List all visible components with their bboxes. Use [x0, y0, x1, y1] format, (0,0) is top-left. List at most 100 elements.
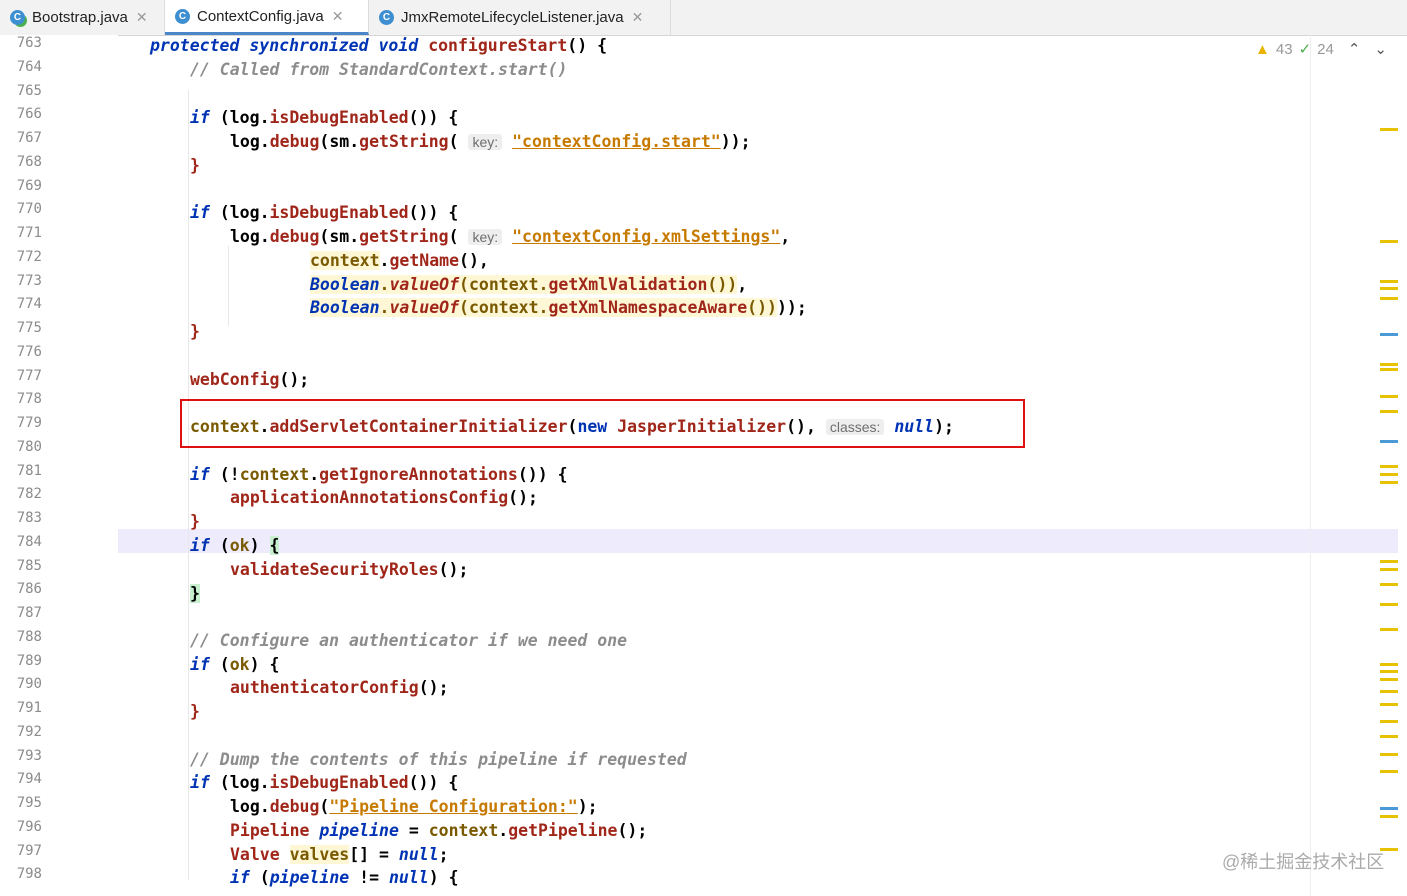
code-line-775: } [190, 322, 200, 341]
marker[interactable] [1380, 663, 1398, 666]
marker[interactable] [1380, 287, 1398, 290]
line-number: 769 [16, 177, 42, 194]
line-number: 764 [16, 58, 42, 75]
close-icon[interactable]: ✕ [136, 9, 148, 26]
tab-label: Bootstrap.java [32, 9, 128, 26]
line-number: 786 [16, 581, 42, 598]
class-run-icon: C [10, 10, 25, 25]
line-number: 780 [16, 438, 42, 455]
line-number: 766 [16, 106, 42, 123]
warning-icon: ▲ [1255, 40, 1270, 58]
line-number: 782 [16, 486, 42, 503]
line-number: 768 [16, 153, 42, 170]
marker[interactable] [1380, 603, 1398, 606]
marker[interactable] [1380, 240, 1398, 243]
highlight-box [180, 399, 1025, 448]
tab-jmxremotelifecyclelistener-java[interactable]: C JmxRemoteLifecycleListener.java ✕ [369, 0, 671, 35]
code-line-767: log.debug(sm.getString( key: "contextCon… [230, 132, 751, 151]
tab-label: ContextConfig.java [197, 7, 324, 25]
marker[interactable] [1380, 481, 1398, 484]
marker[interactable] [1380, 473, 1398, 476]
code-line-786: } [190, 584, 200, 603]
code-line-793: // Dump the contents of this pipeline if… [190, 750, 687, 769]
line-number: 773 [16, 272, 42, 289]
line-number: 794 [16, 771, 42, 788]
line-number: 785 [16, 557, 42, 574]
code-line-768: } [190, 156, 200, 175]
code-line-798: if (pipeline != null) { [230, 868, 459, 887]
marker[interactable] [1380, 440, 1398, 443]
line-number: 796 [16, 818, 42, 835]
code-line-782: applicationAnnotationsConfig(); [230, 488, 538, 507]
marker[interactable] [1380, 583, 1398, 586]
marker[interactable] [1380, 770, 1398, 773]
marker[interactable] [1380, 410, 1398, 413]
marker[interactable] [1380, 333, 1398, 336]
param-hint-key: key: [468, 134, 503, 150]
marker[interactable] [1380, 690, 1398, 693]
close-icon[interactable]: ✕ [632, 9, 644, 26]
marker[interactable] [1380, 703, 1398, 706]
chevron-up-icon[interactable]: ⌃ [1348, 40, 1361, 58]
marker[interactable] [1380, 568, 1398, 571]
line-number: 774 [16, 296, 42, 313]
code-line-772: context.getName(), [310, 251, 489, 270]
marker[interactable] [1380, 368, 1398, 371]
class-icon: C [379, 10, 394, 25]
close-icon[interactable]: ✕ [332, 8, 344, 25]
marker[interactable] [1380, 670, 1398, 673]
right-margin-line [1310, 35, 1311, 896]
code-line-795: log.debug("Pipeline Configuration:"); [230, 797, 598, 816]
line-number: 767 [16, 130, 42, 146]
line-number: 788 [16, 628, 42, 645]
marker[interactable] [1380, 628, 1398, 631]
error-stripe[interactable] [1380, 35, 1407, 896]
marker[interactable] [1380, 465, 1398, 468]
marker[interactable] [1380, 678, 1398, 681]
tab-contextconfig-java[interactable]: C ContextConfig.java ✕ [165, 0, 369, 35]
tab-bootstrap-java[interactable]: C Bootstrap.java ✕ [0, 0, 165, 35]
marker[interactable] [1380, 395, 1398, 398]
marker[interactable] [1380, 280, 1398, 283]
marker[interactable] [1380, 128, 1398, 131]
marker[interactable] [1380, 735, 1398, 738]
line-number: 783 [16, 510, 42, 526]
code-line-770: if (log.isDebugEnabled()) { [190, 203, 459, 222]
line-number: 781 [16, 462, 42, 479]
inspection-status[interactable]: ▲ 43 ✓ 24 ⌃ ⌄ [1255, 40, 1387, 59]
code-line-797: Valve valves[] = null; [230, 845, 449, 864]
line-number: 772 [16, 248, 42, 265]
code-line-789: if (ok) { [190, 655, 280, 674]
marker[interactable] [1380, 815, 1398, 818]
code-line-766: if (log.isDebugEnabled()) { [190, 108, 459, 127]
code-line-796: Pipeline pipeline = context.getPipeline(… [230, 821, 648, 840]
code-line-783: } [190, 512, 200, 531]
line-number: 791 [16, 700, 42, 716]
marker[interactable] [1380, 753, 1398, 756]
warning-count: 43 [1275, 40, 1293, 58]
check-count: 24 [1317, 40, 1334, 58]
line-number: 777 [16, 367, 42, 384]
code-line-777: webConfig(); [190, 370, 310, 389]
line-number: 793 [16, 747, 42, 764]
code-line-784: if (ok) { [190, 536, 280, 555]
marker[interactable] [1380, 720, 1398, 723]
line-number: 798 [16, 866, 42, 883]
line-number-gutter: 763 764 765 766 767 768 769 770 771 772 773 774 775 7… [0, 35, 118, 896]
line-number: 789 [16, 652, 42, 669]
code-line-794: if (log.isDebugEnabled()) { [190, 773, 459, 792]
code-editor[interactable]: protected synchronized void configureSta… [118, 35, 1380, 896]
marker[interactable] [1380, 297, 1398, 300]
marker[interactable] [1380, 363, 1398, 366]
line-number: 795 [16, 795, 42, 811]
watermark: @稀土掘金技术社区 [1222, 852, 1385, 872]
code-line-763: protected synchronized void configureSta… [150, 36, 608, 55]
marker[interactable] [1380, 807, 1398, 810]
editor-tab-bar: C Bootstrap.java ✕ C ContextConfig.java … [0, 0, 1407, 36]
param-hint-key: key: [468, 229, 503, 245]
line-number: 775 [16, 320, 42, 336]
marker[interactable] [1380, 560, 1398, 563]
class-icon: C [175, 8, 190, 24]
line-number: 790 [16, 676, 42, 693]
line-number: 765 [16, 82, 42, 99]
